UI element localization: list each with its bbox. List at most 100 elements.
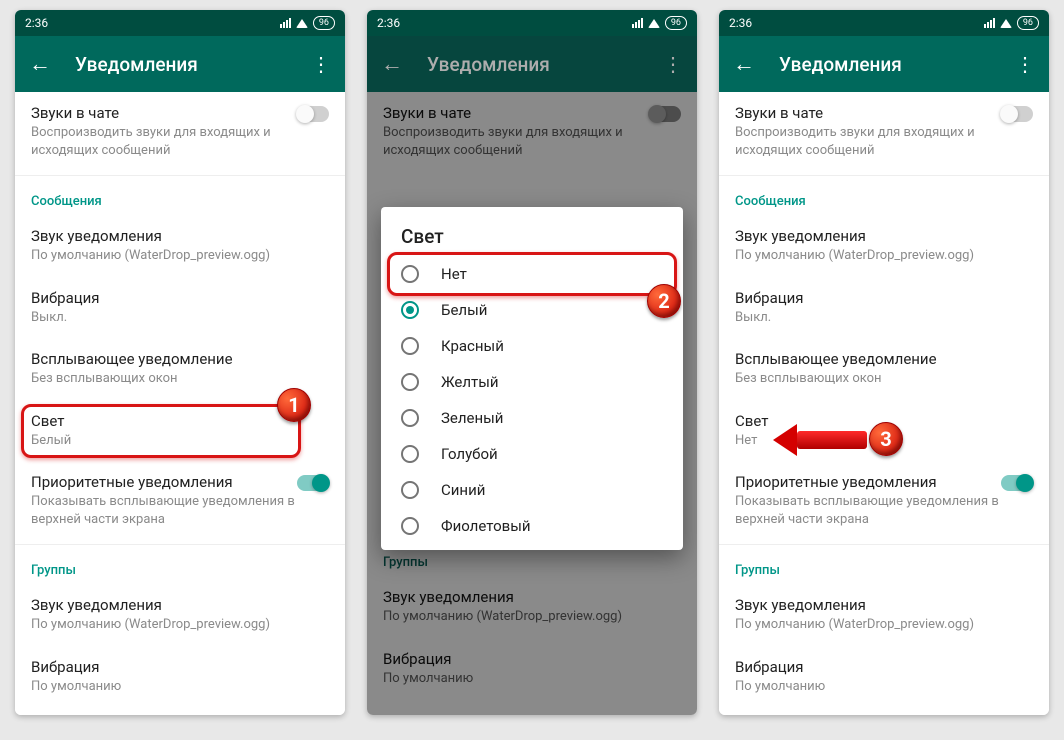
dialog-title: Свет [381,207,683,256]
popup-sub: Без всплывающих окон [735,370,1033,388]
chat-sounds-switch[interactable] [297,106,329,122]
signal-icon [632,18,643,28]
notif-sound-sub: По умолчанию (WaterDrop_preview.ogg) [31,247,329,265]
light-option-white[interactable]: Белый [381,292,683,328]
signal-icon [280,18,291,28]
group-vibration-sub: По умолчанию [31,678,329,696]
chat-sounds-sub: Воспроизводить звуки для входящих и исхо… [31,124,297,159]
status-time: 2:36 [729,16,752,30]
settings-list: Звуки в чате Воспроизводить звуки для вх… [367,92,697,715]
divider [719,175,1049,176]
light-option-violet[interactable]: Фиолетовый [381,508,683,544]
vibration-title: Вибрация [735,289,1033,307]
light-option-red[interactable]: Красный [381,328,683,364]
light-option-cyan[interactable]: Голубой [381,436,683,472]
divider [15,175,345,176]
group-vibration-row[interactable]: Вибрация По умолчанию [15,646,345,708]
priority-title: Приоритетные уведомления [735,473,1001,491]
light-dialog: Свет Нет Белый Красный Желтый Зеленый [381,207,683,550]
callout-arrow-3 [773,427,867,453]
settings-list: Звуки в чате Воспроизводить звуки для вх… [15,92,345,715]
wifi-icon [648,19,660,28]
chat-sounds-title: Звуки в чате [735,104,1001,122]
battery-icon: 96 [313,16,335,30]
notif-sound-sub: По умолчанию (WaterDrop_preview.ogg) [735,247,1033,265]
notif-sound-title: Звук уведомления [735,227,1033,245]
overflow-menu-icon[interactable]: ⋮ [311,52,331,76]
chat-sounds-title: Звуки в чате [31,104,297,122]
battery-icon: 96 [1017,16,1039,30]
group-vibration-title: Вибрация [31,658,329,676]
divider [15,544,345,545]
vibration-title: Вибрация [31,289,329,307]
status-time: 2:36 [377,16,400,30]
chat-sounds-switch[interactable] [1001,106,1033,122]
radio-icon [401,265,419,283]
page-title: Уведомления [75,53,287,76]
radio-icon-selected [401,301,419,319]
back-icon[interactable]: ← [29,51,51,77]
popup-sub: Без всплывающих окон [31,370,329,388]
option-label: Желтый [441,373,499,391]
wifi-icon [296,19,308,28]
notification-sound-row[interactable]: Звук уведомления По умолчанию (WaterDrop… [719,215,1049,277]
back-icon[interactable]: ← [733,51,755,77]
callout-badge-1: 1 [277,388,311,422]
page-title: Уведомления [779,53,991,76]
overflow-menu-icon[interactable]: ⋮ [1015,52,1035,76]
light-option-green[interactable]: Зеленый [381,400,683,436]
back-icon[interactable]: ← [381,51,403,77]
priority-row[interactable]: Приоритетные уведомления Показывать вспл… [15,461,345,540]
option-label: Зеленый [441,409,503,427]
option-label: Голубой [441,445,498,463]
light-sub: Белый [31,432,329,450]
light-option-blue[interactable]: Синий [381,472,683,508]
popup-row[interactable]: Всплывающее уведомление Без всплывающих … [719,338,1049,400]
group-vibration-row[interactable]: Вибрация По умолчанию [719,646,1049,708]
priority-sub: Показывать всплывающие уведомления в вер… [735,493,1001,528]
settings-list: Звуки в чате Воспроизводить звуки для вх… [719,92,1049,715]
group-sound-sub: По умолчанию (WaterDrop_preview.ogg) [735,616,1033,634]
status-time: 2:36 [25,16,48,30]
phone-screen-2: 2:36 96 ← Уведомления ⋮ Звуки в чате Вос… [367,10,697,715]
group-sound-sub: По умолчанию (WaterDrop_preview.ogg) [31,616,329,634]
vibration-row[interactable]: Вибрация Выкл. [719,277,1049,339]
priority-switch[interactable] [297,475,329,491]
priority-switch[interactable] [1001,475,1033,491]
app-bar: ← Уведомления ⋮ [367,36,697,92]
section-messages: Сообщения [719,180,1049,215]
chat-sounds-row[interactable]: Звуки в чате Воспроизводить звуки для вх… [15,92,345,171]
radio-icon [401,517,419,535]
light-option-none[interactable]: Нет [381,256,683,292]
notif-sound-title: Звук уведомления [31,227,329,245]
status-bar: 2:36 96 [719,10,1049,36]
vibration-sub: Выкл. [735,309,1033,327]
section-messages: Сообщения [15,180,345,215]
popup-title: Всплывающее уведомление [735,350,1033,368]
overflow-menu-icon[interactable]: ⋮ [663,52,683,76]
app-bar: ← Уведомления ⋮ [15,36,345,92]
radio-icon [401,481,419,499]
status-bar: 2:36 96 [15,10,345,36]
callout-badge-2: 2 [647,284,681,318]
priority-title: Приоритетные уведомления [31,473,297,491]
popup-title: Всплывающее уведомление [31,350,329,368]
option-label: Синий [441,481,485,499]
light-option-yellow[interactable]: Желтый [381,364,683,400]
priority-sub: Показывать всплывающие уведомления в вер… [31,493,297,528]
notification-sound-row[interactable]: Звук уведомления По умолчанию (WaterDrop… [15,215,345,277]
vibration-sub: Выкл. [31,309,329,327]
group-sound-row[interactable]: Звук уведомления По умолчанию (WaterDrop… [719,584,1049,646]
group-sound-row[interactable]: Звук уведомления По умолчанию (WaterDrop… [15,584,345,646]
option-label: Белый [441,301,487,319]
option-label: Нет [441,265,467,283]
priority-row[interactable]: Приоритетные уведомления Показывать вспл… [719,461,1049,540]
wifi-icon [1000,19,1012,28]
phone-screen-3: 2:36 96 ← Уведомления ⋮ Звуки в чате Вос… [719,10,1049,715]
battery-icon: 96 [665,16,687,30]
vibration-row[interactable]: Вибрация Выкл. [15,277,345,339]
chat-sounds-row[interactable]: Звуки в чате Воспроизводить звуки для вх… [719,92,1049,171]
radio-icon [401,445,419,463]
status-bar: 2:36 96 [367,10,697,36]
app-bar: ← Уведомления ⋮ [719,36,1049,92]
